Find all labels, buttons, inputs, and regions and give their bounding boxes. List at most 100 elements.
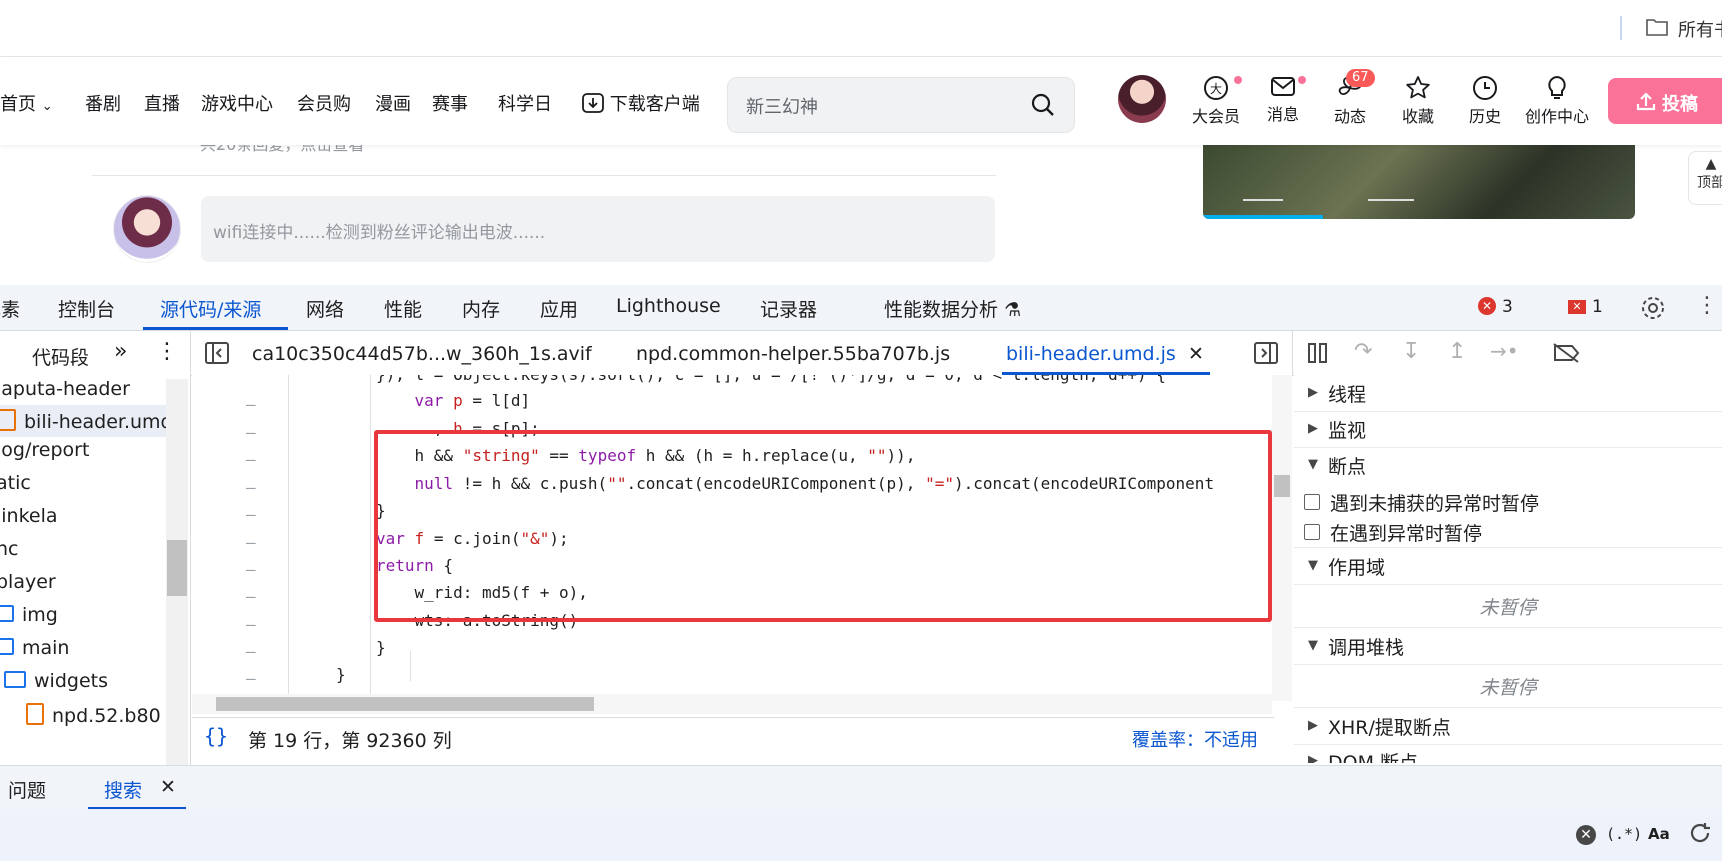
close-search-tab-icon[interactable]: ✕ [160, 776, 176, 798]
nav-home[interactable]: 首页 ⌄ [0, 90, 53, 116]
tree-item[interactable]: img [0, 604, 58, 626]
close-tab-icon[interactable]: ✕ [1188, 343, 1204, 365]
section-call-stack[interactable]: ▼ 调用堆栈 [1294, 627, 1722, 665]
upload-label: 投稿 [1662, 94, 1698, 115]
header-favorites[interactable]: 收藏 [1388, 75, 1448, 127]
caret-right-icon: ▶ [1308, 718, 1318, 733]
pretty-print-icon[interactable]: {} [204, 724, 228, 748]
clear-search-icon[interactable]: ✕ [1576, 825, 1596, 845]
comment-input[interactable]: wifi连接中......检测到粉丝评论输出电波...... [201, 196, 995, 262]
indent-guide [410, 651, 411, 681]
nav-esports[interactable]: 赛事 [432, 90, 468, 116]
page-content: 共20条回复，点击查看 wifi连接中......检测到粉丝评论输出电波....… [0, 135, 1722, 285]
regex-toggle[interactable]: (.*) [1606, 825, 1642, 843]
tab-performance-insights[interactable]: 性能数据分析 ⚗ [884, 295, 1021, 322]
tree-item[interactable]: jinkela [0, 505, 58, 527]
tab-recorder[interactable]: 记录器 [760, 295, 817, 322]
folder-icon[interactable] [1646, 18, 1668, 36]
bookmarks-bar: 所有书签 [0, 0, 1722, 57]
code-line: var p = l[d] [414, 391, 531, 410]
code-vertical-scrollbar[interactable] [1272, 375, 1292, 701]
section-scope[interactable]: ▼ 作用域 [1294, 547, 1722, 585]
tree-item[interactable]: atic [0, 472, 31, 494]
pause-caught-checkbox[interactable]: 在遇到异常时暂停 [1304, 519, 1482, 546]
tab-snippets[interactable]: 代码段 [32, 343, 89, 370]
more-tabs-icon[interactable]: » [114, 339, 127, 364]
tree-item[interactable]: widgets [4, 670, 108, 692]
nav-live[interactable]: 直播 [144, 90, 180, 116]
tree-item[interactable]: nc [0, 538, 19, 560]
issue-counter[interactable]: ✕ 1 [1568, 297, 1603, 317]
tab-console[interactable]: 控制台 [58, 295, 115, 322]
coverage-status[interactable]: 覆盖率：不适用 [1132, 726, 1258, 752]
section-watch[interactable]: ▶ 监视 [1294, 411, 1722, 448]
tab-sources[interactable]: 源代码/来源 [160, 295, 261, 322]
step-icon[interactable]: →• [1490, 339, 1519, 363]
tab-memory[interactable]: 内存 [462, 295, 500, 322]
file-tab-avif[interactable]: ca10c350c44d57b...w_360h_1s.avif [252, 343, 592, 365]
step-out-icon[interactable]: ↥ [1448, 339, 1466, 364]
comment-placeholder: wifi连接中......检测到粉丝评论输出电波...... [213, 223, 546, 243]
upload-button[interactable]: 投稿 [1608, 78, 1722, 124]
video-thumbnail[interactable] [1203, 145, 1635, 219]
tree-item-selected[interactable]: bili-header.umd [0, 405, 173, 437]
more-options-icon[interactable]: ⋮ [1696, 293, 1718, 318]
tab-issues[interactable]: 问题 [8, 776, 46, 803]
search-placeholder[interactable]: 新三幻神 [746, 93, 818, 119]
all-bookmarks-label[interactable]: 所有书签 [1678, 16, 1722, 42]
header-creator-center[interactable]: 创作中心 [1524, 75, 1590, 127]
toggle-navigator-icon[interactable] [205, 342, 229, 364]
editor-status-bar: {} 第 19 行，第 92360 列 覆盖率：不适用 [192, 717, 1274, 758]
toggle-debugger-icon[interactable] [1254, 342, 1278, 364]
vip-icon: 大 [1204, 76, 1228, 100]
caret-down-icon: ▼ [1308, 558, 1318, 573]
tab-lighthouse[interactable]: Lighthouse [616, 295, 721, 317]
search-box[interactable]: 新三幻神 [727, 77, 1075, 133]
nav-manga[interactable]: 漫画 [375, 90, 411, 116]
pause-icon[interactable] [1307, 343, 1329, 363]
nav-game-center[interactable]: 游戏中心 [201, 90, 273, 116]
tab-elements[interactable]: 元素 [0, 295, 20, 322]
line-marker: – [246, 642, 256, 661]
line-marker: – [246, 478, 256, 497]
tree-item[interactable]: log/report [0, 439, 89, 461]
section-dom-breakpoints[interactable]: ▶ DOM 断点 [1294, 743, 1722, 763]
code-horizontal-scroll-thumb[interactable] [216, 697, 594, 711]
refresh-icon[interactable] [1688, 821, 1712, 845]
header-history[interactable]: 历史 [1455, 75, 1515, 127]
deactivate-breakpoints-icon[interactable] [1552, 343, 1580, 363]
line-marker: – [246, 615, 256, 634]
error-counter[interactable]: ✕ 3 [1478, 297, 1513, 317]
match-case-toggle[interactable]: Aa [1648, 825, 1670, 843]
file-tab-npd-common-helper[interactable]: npd.common-helper.55ba707b.js [636, 343, 950, 365]
tab-search[interactable]: 搜索 [104, 776, 142, 803]
navigator-menu-icon[interactable]: ⋮ [156, 339, 178, 364]
dynamics-badge: 67 [1346, 69, 1375, 87]
file-tab-bili-header[interactable]: bili-header.umd.js [1006, 343, 1176, 365]
nav-science-day[interactable]: 科学日 [498, 90, 552, 116]
tab-application[interactable]: 应用 [540, 295, 578, 322]
step-into-icon[interactable]: ↧ [1402, 339, 1420, 364]
section-breakpoints[interactable]: ▼ 断点 [1294, 447, 1722, 483]
back-to-top-button[interactable]: ▲ 顶部 [1688, 151, 1722, 205]
tree-item[interactable]: main [0, 637, 69, 659]
flask-icon: ⚗ [1004, 299, 1022, 321]
tree-item[interactable]: npd.52.b80 [26, 703, 161, 727]
nav-mall[interactable]: 会员购 [297, 90, 351, 116]
section-xhr-breakpoints[interactable]: ▶ XHR/提取断点 [1294, 707, 1722, 745]
gear-icon[interactable] [1640, 295, 1666, 321]
search-icon[interactable] [1030, 92, 1056, 118]
step-over-icon[interactable]: ↷ [1354, 339, 1372, 364]
navigator-scroll-thumb[interactable] [167, 540, 187, 596]
nav-anime[interactable]: 番剧 [85, 90, 121, 116]
tree-item[interactable]: laputa-header [0, 378, 130, 400]
section-threads[interactable]: ▶ 线程 [1294, 375, 1722, 412]
tree-item[interactable]: player [0, 571, 56, 593]
tab-network[interactable]: 网络 [306, 295, 344, 322]
nav-download-client[interactable]: 下载客户端 [582, 90, 700, 116]
pause-uncaught-checkbox[interactable]: 遇到未捕获的异常时暂停 [1304, 489, 1539, 516]
user-avatar[interactable] [1118, 75, 1166, 123]
code-vertical-scroll-thumb[interactable] [1274, 475, 1290, 497]
tab-performance[interactable]: 性能 [384, 295, 422, 322]
caret-right-icon: ▶ [1308, 421, 1318, 436]
